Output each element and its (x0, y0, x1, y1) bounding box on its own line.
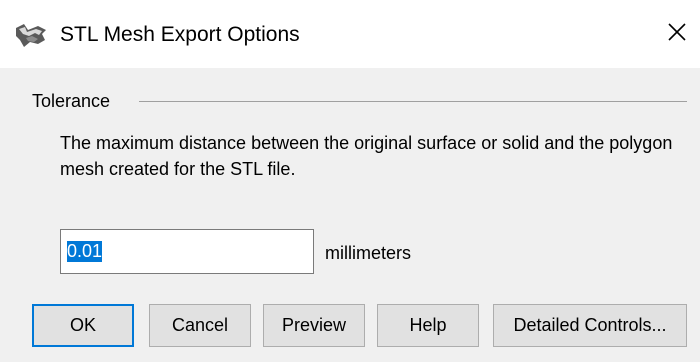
tolerance-unit-label: millimeters (325, 243, 412, 263)
detailed-controls-button[interactable]: Detailed Controls... (493, 304, 687, 347)
tolerance-input[interactable] (60, 229, 314, 274)
group-divider (139, 101, 687, 102)
title-bar: STL Mesh Export Options (0, 0, 700, 68)
rhino-app-icon (14, 20, 48, 50)
cancel-button[interactable]: Cancel (149, 304, 251, 347)
preview-button[interactable]: Preview (263, 304, 365, 347)
window-title: STL Mesh Export Options (60, 23, 300, 46)
close-button[interactable] (654, 14, 700, 54)
ok-button[interactable]: OK (32, 304, 134, 347)
close-icon (667, 22, 687, 47)
tolerance-group-label: Tolerance (32, 91, 111, 111)
help-button[interactable]: Help (377, 304, 479, 347)
tolerance-description: The maximum distance between the origina… (60, 133, 673, 179)
